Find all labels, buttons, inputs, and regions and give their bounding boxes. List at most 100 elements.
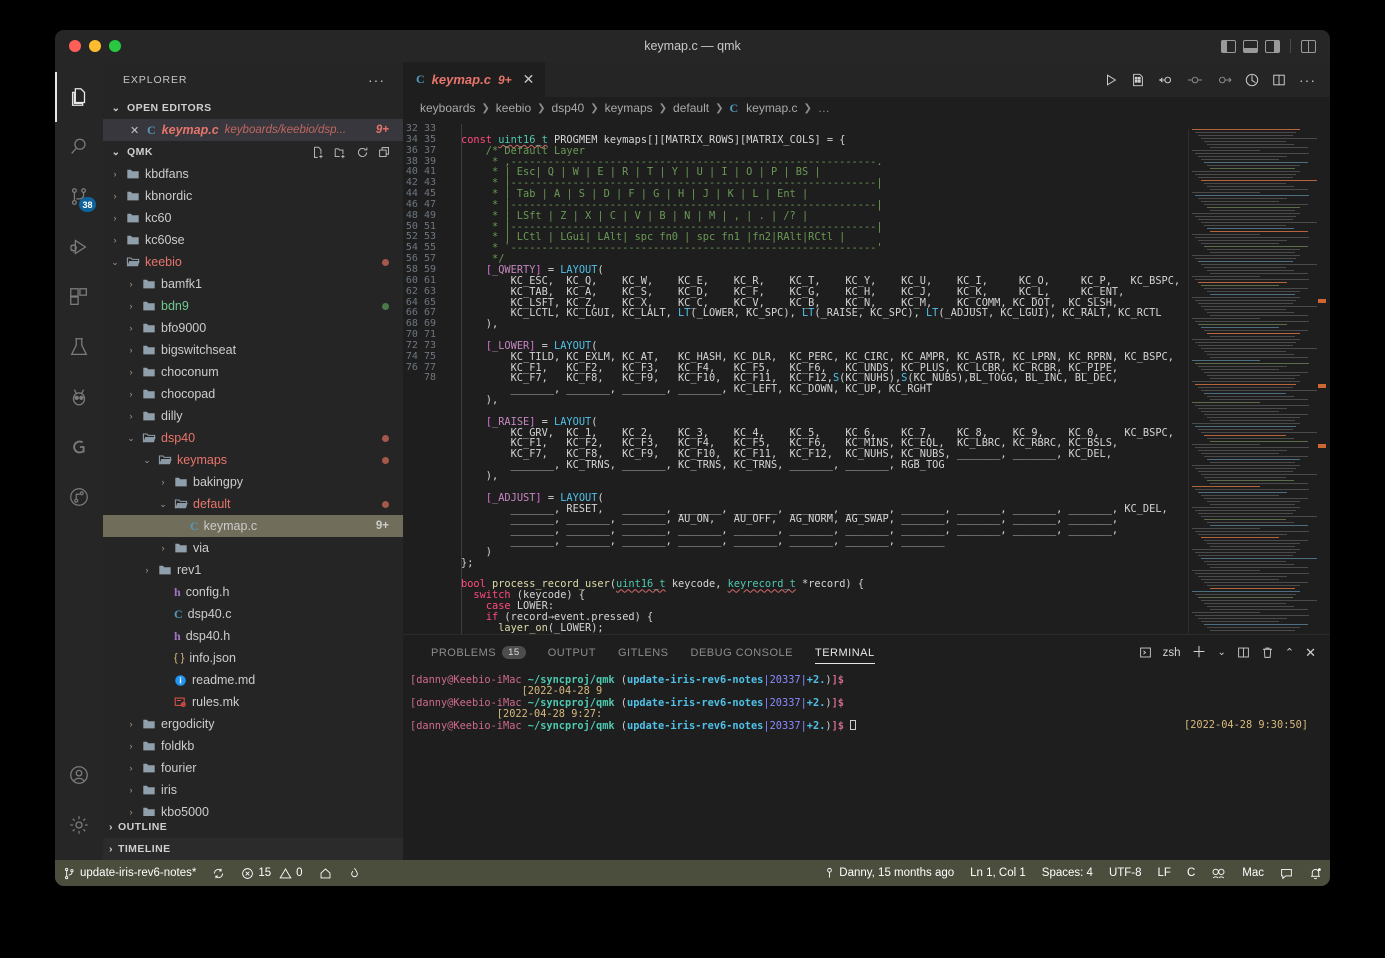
maximize-window-button[interactable] [109,40,121,52]
terminal-output[interactable]: [danny@Keebio-iMac ~/syncproj/qmk (updat… [403,670,1330,860]
tree-folder-row[interactable]: ›rev1 [103,559,403,581]
new-folder-icon[interactable] [334,146,347,159]
breadcrumb-item[interactable]: default [673,101,709,115]
chevron-down-icon[interactable]: ⌄ [1217,647,1225,658]
activity-item-git-graph[interactable] [55,472,103,522]
panel-tab-gitlens[interactable]: GITLENS [607,635,680,670]
tree-folder-row[interactable]: ⌄keymaps [103,449,403,471]
tree-file-row[interactable]: readme.md [103,669,403,691]
new-terminal-icon[interactable]: ＋ [1191,647,1206,659]
chevron-right-icon[interactable]: › [109,213,121,223]
status-eol[interactable]: LF [1150,860,1179,886]
toggle-secondary-sidebar-icon[interactable] [1265,40,1280,53]
run-tests-icon[interactable] [1131,73,1145,87]
chevron-down-icon[interactable]: ⌄ [109,257,121,268]
panel-tab-terminal[interactable]: TERMINAL [804,635,886,670]
collapse-all-icon[interactable] [378,146,391,159]
section-timeline[interactable]: › TIMELINE [103,838,403,860]
panel-tab-debug-console[interactable]: DEBUG CONSOLE [680,635,804,670]
minimize-window-button[interactable] [89,40,101,52]
tree-folder-row[interactable]: ›dilly [103,405,403,427]
status-live-share[interactable] [1203,860,1234,886]
chevron-right-icon[interactable]: › [109,169,121,179]
tab-keymap-c[interactable]: C keymap.c 9+ ✕ [403,62,546,97]
minimap[interactable] [1180,119,1330,634]
section-workspace-qmk[interactable]: ⌄ QMK [103,141,403,163]
tree-file-row[interactable]: rules.mk [103,691,403,713]
status-blame[interactable]: Danny, 15 months ago [816,860,962,886]
breadcrumb-item[interactable]: dsp40 [552,101,585,115]
sidebar-more-actions-icon[interactable]: ··· [368,76,385,84]
tree-folder-row[interactable]: ›bakingpy [103,471,403,493]
tree-folder-row[interactable]: ›foldkb [103,735,403,757]
status-indentation[interactable]: Spaces: 4 [1034,860,1101,886]
status-cursor-position[interactable]: Ln 1, Col 1 [962,860,1034,886]
chevron-right-icon[interactable]: › [109,191,121,201]
tree-folder-row[interactable]: ›chocopad [103,383,403,405]
chevron-right-icon[interactable]: › [157,543,169,553]
tree-file-row[interactable]: hdsp40.h [103,625,403,647]
close-window-button[interactable] [69,40,81,52]
activity-item-testing[interactable] [55,322,103,372]
status-flame[interactable] [340,860,369,886]
breadcrumb-item[interactable]: keymaps [605,101,653,115]
chevron-right-icon[interactable]: › [125,323,137,333]
prev-change-icon[interactable] [1187,73,1203,87]
status-platform[interactable]: Mac [1234,860,1272,886]
breadcrumb-item[interactable]: keebio [496,101,531,115]
chevron-right-icon[interactable]: › [141,565,153,575]
chevron-right-icon[interactable]: › [125,367,137,377]
chevron-right-icon[interactable]: › [125,301,137,311]
split-terminal-icon[interactable] [1237,646,1250,659]
refresh-icon[interactable] [356,146,369,159]
tree-file-row[interactable]: Ckeymap.c9+ [103,515,403,537]
activity-item-ant-design[interactable] [55,372,103,422]
chevron-down-icon[interactable]: ⌄ [157,499,169,510]
chevron-right-icon[interactable]: › [125,807,137,816]
breadcrumb-item[interactable]: keyboards [420,101,475,115]
launch-profile-icon[interactable] [1139,646,1152,659]
chevron-right-icon[interactable]: › [125,741,137,751]
tree-folder-row[interactable]: ›kbdfans [103,163,403,185]
activity-item-accounts[interactable] [55,750,103,800]
chevron-right-icon[interactable]: › [125,411,137,421]
tree-folder-row[interactable]: ›kbo5000 [103,801,403,816]
tree-folder-row[interactable]: ›bfo9000 [103,317,403,339]
chevron-right-icon[interactable]: › [125,345,137,355]
section-outline[interactable]: › OUTLINE [103,816,403,838]
tree-folder-row[interactable]: ›via [103,537,403,559]
tree-file-row[interactable]: Cdsp40.c [103,603,403,625]
tree-file-row[interactable]: { }info.json [103,647,403,669]
toggle-primary-sidebar-icon[interactable] [1221,40,1236,53]
activity-item-search[interactable] [55,122,103,172]
split-editor-icon[interactable] [1272,73,1286,87]
tree-folder-row[interactable]: ⌄keebio [103,251,403,273]
tree-folder-row[interactable]: ›fourier [103,757,403,779]
run-icon[interactable] [1104,73,1118,87]
chevron-right-icon[interactable]: › [157,477,169,487]
tree-folder-row[interactable]: ›bigswitchseat [103,339,403,361]
chevron-down-icon[interactable]: ⌄ [125,433,137,444]
tree-folder-row[interactable]: ›bamfk1 [103,273,403,295]
status-branch[interactable]: update-iris-rev6-notes* [55,860,204,886]
chevron-down-icon[interactable]: ⌄ [141,455,153,466]
tree-folder-row[interactable]: ›kc60 [103,207,403,229]
chevron-right-icon[interactable]: › [125,763,137,773]
close-icon[interactable]: ✕ [523,71,535,88]
chevron-right-icon[interactable]: › [125,389,137,399]
close-panel-icon[interactable]: ✕ [1305,645,1316,661]
tree-folder-row[interactable]: ›ergodicity [103,713,403,735]
tree-folder-row[interactable]: ⌄dsp40 [103,427,403,449]
tree-file-row[interactable]: hconfig.h [103,581,403,603]
chevron-right-icon[interactable]: › [125,785,137,795]
section-open-editors[interactable]: ⌄ OPEN EDITORS [103,97,403,119]
activity-item-extensions[interactable] [55,272,103,322]
status-problems[interactable]: 15 0 [233,860,310,886]
new-file-icon[interactable] [312,146,325,159]
status-encoding[interactable]: UTF-8 [1101,860,1150,886]
panel-tab-output[interactable]: OUTPUT [537,635,607,670]
code-editor[interactable]: 32 33 34 35 36 37 38 39 40 41 42 43 44 4… [403,119,1330,634]
open-editor-row[interactable]: ✕ C keymap.c keyboards/keebio/dsp... 9+ [103,119,403,141]
close-icon[interactable]: ✕ [130,124,141,137]
tree-folder-row[interactable]: ›iris [103,779,403,801]
